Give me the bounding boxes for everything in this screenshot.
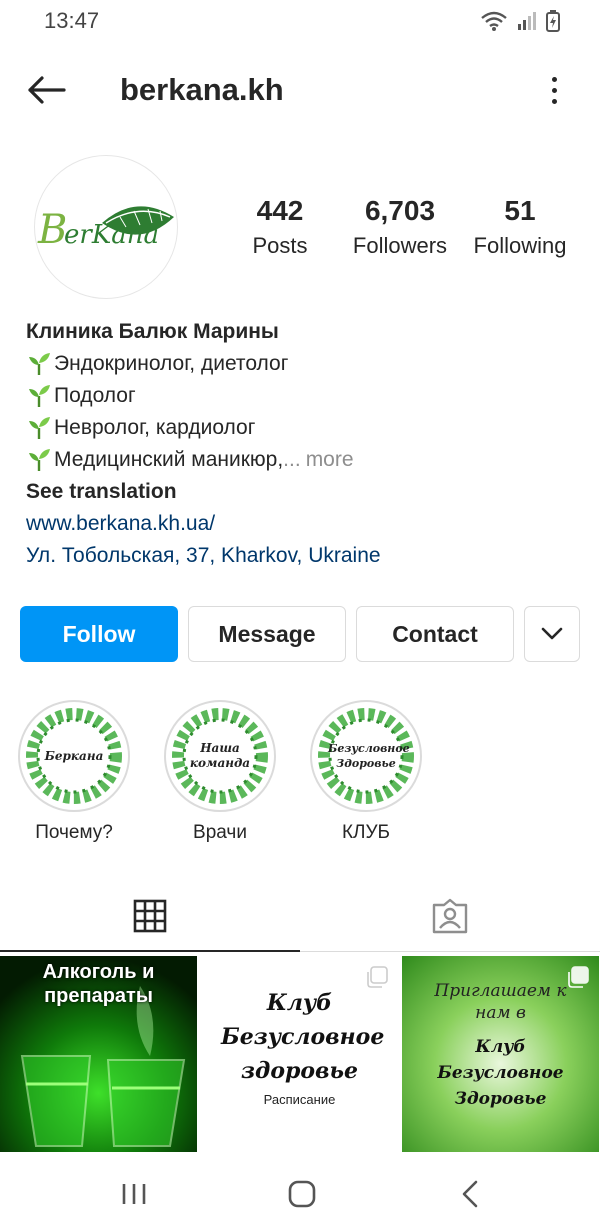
profile-tabs	[0, 880, 600, 952]
multiple-images-icon	[367, 966, 388, 988]
seedling-icon	[29, 385, 50, 407]
post-caption: Клуб Безусловное Здоровье	[437, 1037, 564, 1109]
bio-line-text: Подолог	[54, 384, 136, 407]
home-icon	[288, 1180, 316, 1208]
post-thumbnail[interactable]: Клуб Безусловное здоровье Расписание	[201, 956, 398, 1152]
bio-name: Клиника Балюк Марины	[26, 320, 279, 343]
recent-apps-icon	[122, 1184, 146, 1204]
follow-button[interactable]: Follow	[20, 606, 178, 662]
highlight-cover: Безусловное Здоровье	[316, 706, 416, 806]
bio-line: Медицинский маникюр, ... more	[26, 444, 586, 476]
bio-line-text: Эндокринолог, диетолог	[54, 352, 289, 375]
stat-followers[interactable]: 6,703 Followers	[340, 195, 460, 259]
highlight-cover-text: Наша команда	[189, 741, 251, 770]
status-bar: 13:47	[0, 0, 600, 44]
post-thumbnail[interactable]: Приглашаем к нам в Клуб Безусловное Здор…	[402, 956, 599, 1152]
suggested-accounts-button[interactable]	[524, 606, 580, 662]
seedling-icon	[29, 449, 50, 471]
signal-icon	[518, 12, 536, 30]
post-subcaption: Расписание	[263, 1092, 336, 1107]
highlight-item[interactable]: Безусловное Здоровье КЛУБ	[310, 700, 422, 844]
berkana-logo: B erKana	[37, 206, 174, 253]
see-translation-link[interactable]: See translation	[26, 476, 586, 508]
bio-line: Подолог	[26, 380, 586, 412]
highlight-label: КЛУБ	[341, 822, 391, 843]
stat-value: 51	[504, 195, 536, 226]
bio-more-link[interactable]: more	[306, 444, 354, 476]
profile-stats: 442 Posts 6,703 Followers 51 Following	[220, 195, 580, 259]
status-time: 13:47	[44, 8, 100, 33]
back-chevron-icon	[462, 1180, 478, 1208]
contact-button[interactable]: Contact	[356, 606, 514, 662]
profile-bio: Клиника Балюк Марины Эндокринолог, дието…	[26, 316, 586, 572]
status-icons	[480, 10, 560, 32]
dot-icon	[551, 76, 557, 82]
bio-line-text: Невролог, кардиолог	[54, 416, 256, 439]
post-thumbnail[interactable]: Алкоголь и препараты	[0, 956, 197, 1152]
post-caption: Клуб Безусловное здоровье	[221, 990, 385, 1084]
highlight-cover: Беркана	[24, 706, 124, 806]
bio-line: Эндокринолог, диетолог	[26, 348, 586, 380]
stat-label: Posts	[252, 233, 308, 258]
highlight-cover-text: Беркана	[44, 748, 104, 763]
bio-line-text: Медицинский маникюр,	[54, 448, 284, 471]
highlight-label: Почему?	[35, 822, 113, 843]
battery-icon	[546, 10, 560, 32]
post-caption-top: Приглашаем к нам в	[434, 981, 567, 1023]
stat-value: 442	[256, 195, 304, 226]
stat-following[interactable]: 51 Following	[460, 195, 580, 259]
tab-active-indicator	[0, 950, 300, 952]
profile-actions: Follow Message Contact	[20, 606, 580, 662]
stat-label: Following	[473, 233, 567, 258]
svg-text:B: B	[37, 207, 67, 253]
options-menu-button[interactable]	[544, 70, 564, 110]
highlight-ring: Безусловное Здоровье	[310, 700, 422, 812]
recent-apps-button[interactable]	[104, 1174, 164, 1214]
stat-value: 6,703	[364, 195, 436, 226]
stat-posts[interactable]: 442 Posts	[220, 195, 340, 259]
tab-grid[interactable]	[0, 880, 300, 952]
seedling-icon	[29, 353, 50, 375]
back-button[interactable]	[24, 72, 68, 108]
grid-icon	[133, 899, 167, 933]
highlight-label: Врачи	[193, 822, 247, 843]
back-arrow-icon	[28, 76, 66, 104]
highlight-ring: Беркана	[18, 700, 130, 812]
stat-label: Followers	[352, 233, 448, 258]
message-button[interactable]: Message	[188, 606, 346, 662]
post-caption: Алкоголь и препараты	[42, 961, 155, 1007]
svg-text:erKana: erKana	[64, 220, 159, 250]
bio-ellipsis: ...	[283, 448, 301, 471]
tagged-person-icon	[432, 898, 468, 934]
bio-line: Невролог, кардиолог	[26, 412, 586, 444]
chevron-down-icon	[541, 627, 563, 640]
highlight-cover: Наша команда	[170, 706, 270, 806]
dot-icon	[551, 87, 557, 93]
home-button[interactable]	[272, 1174, 332, 1214]
profile-username: berkana.kh	[120, 72, 284, 107]
highlight-ring: Наша команда	[164, 700, 276, 812]
seedling-icon	[29, 417, 50, 439]
address-link[interactable]: Ул. Тобольская, 37, Kharkov, Ukraine	[26, 540, 586, 572]
posts-grid: Алкоголь и препараты Клуб Безусловное зд…	[0, 956, 600, 1152]
top-bar: berkana.kh	[0, 60, 600, 120]
system-back-button[interactable]	[440, 1174, 500, 1214]
website-link[interactable]: www.berkana.kh.ua/	[26, 508, 586, 540]
profile-avatar[interactable]: B erKana	[34, 155, 178, 299]
tab-tagged[interactable]	[300, 880, 600, 952]
highlight-item[interactable]: Наша команда Врачи	[164, 700, 276, 844]
dot-icon	[551, 98, 557, 104]
wifi-icon	[481, 11, 507, 31]
system-nav-bar	[0, 1152, 600, 1232]
highlight-cover-text: Безусловное Здоровье	[328, 742, 410, 770]
highlight-item[interactable]: Беркана Почему?	[18, 700, 130, 844]
story-highlights: Беркана Почему? Наша команда Врачи Безус…	[18, 700, 422, 844]
